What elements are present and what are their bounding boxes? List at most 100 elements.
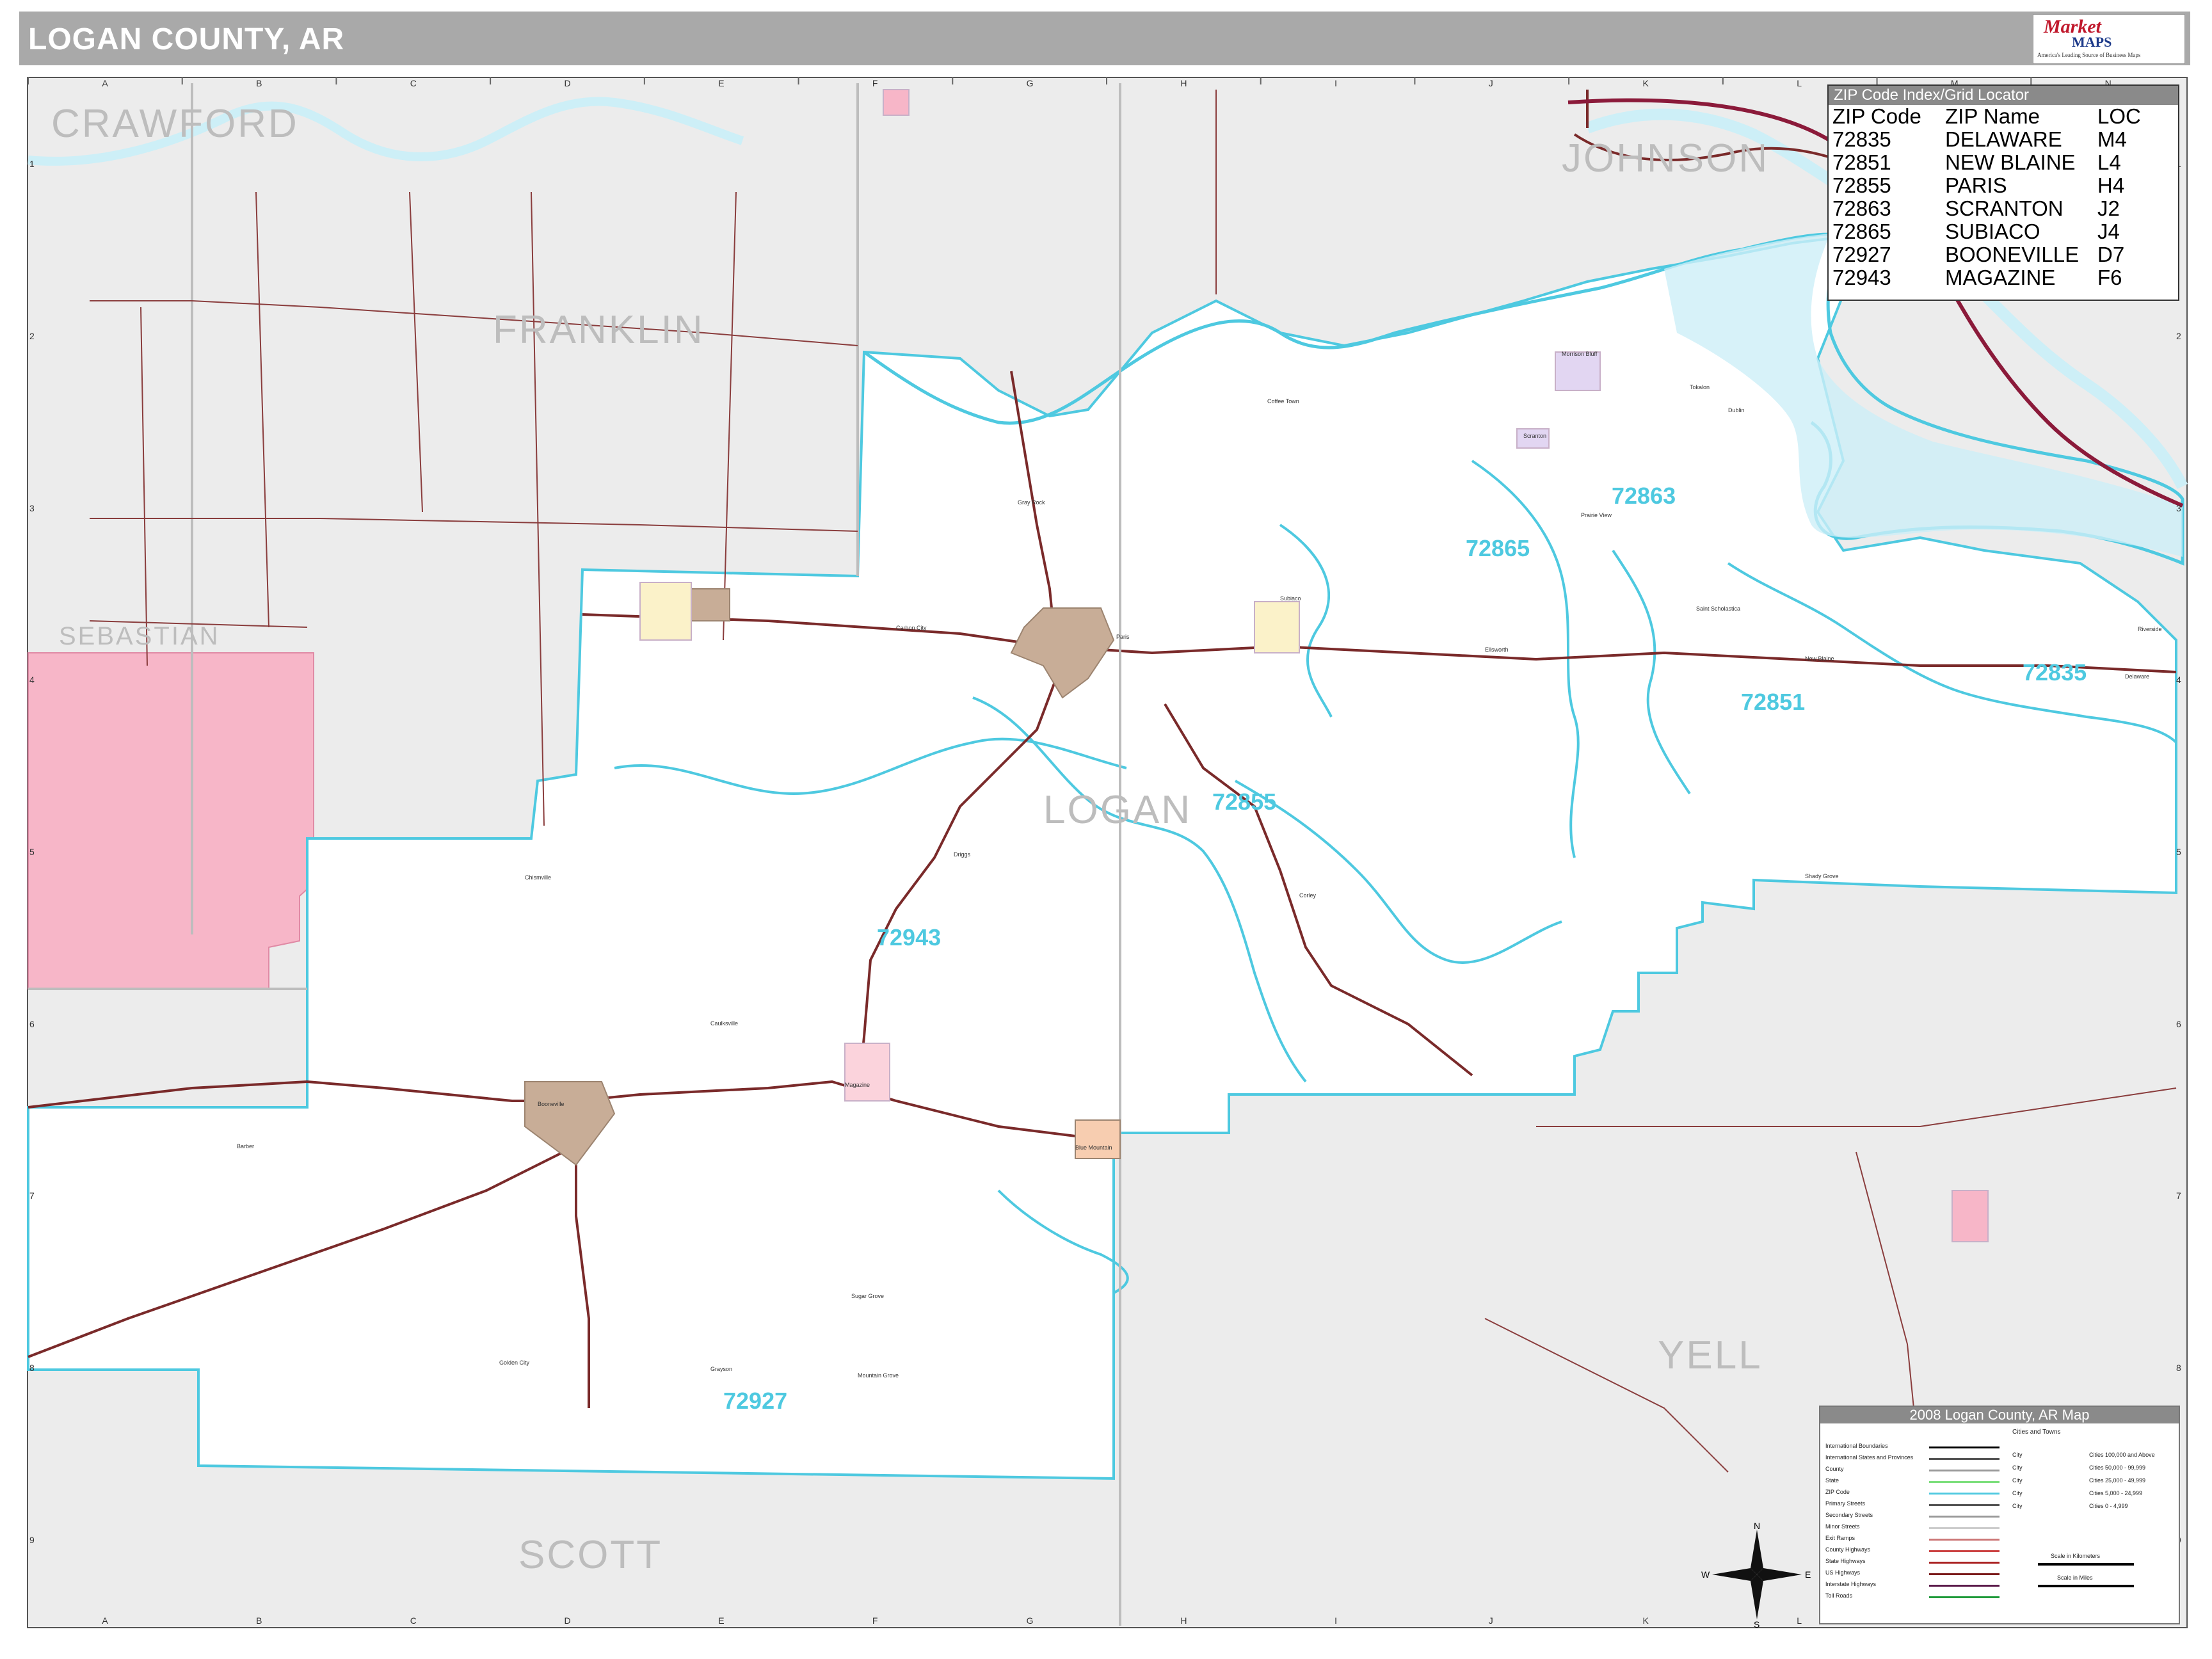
town-label: Riverside bbox=[2138, 626, 2162, 632]
grid-row-label: 4 bbox=[29, 675, 35, 685]
zip-cell: 72835 bbox=[1832, 127, 1891, 151]
legend-city-range: Cities 25,000 - 49,999 bbox=[2089, 1477, 2146, 1484]
zip-index-panel: ZIP Code Index/Grid Locator ZIP Code ZIP… bbox=[1827, 84, 2179, 301]
compass-west-label: W bbox=[1701, 1569, 1710, 1580]
town-label: Blue Mountain bbox=[1075, 1144, 1112, 1151]
town-label: Morrison Bluff bbox=[1562, 351, 1598, 357]
legend-item-swatch bbox=[1929, 1504, 2000, 1506]
legend-city-sample: City bbox=[2012, 1464, 2023, 1471]
compass-north-label: N bbox=[1754, 1521, 1761, 1531]
zip-cell: 72865 bbox=[1832, 220, 1891, 243]
legend-city-range: Cities 0 - 4,999 bbox=[2089, 1503, 2128, 1509]
grid-column-label: G bbox=[1026, 78, 1034, 88]
zip-label-72855: 72855 bbox=[1212, 789, 1277, 815]
legend-city-sample: City bbox=[2012, 1490, 2023, 1496]
scale-mi-bar bbox=[2038, 1585, 2134, 1587]
grid-column-label: K bbox=[1642, 78, 1649, 88]
grid-column-label: L bbox=[1797, 78, 1802, 88]
legend-item-label: Minor Streets bbox=[1825, 1523, 1860, 1530]
county-label-sebastian: SEBASTIAN bbox=[59, 622, 220, 650]
county-label-franklin: FRANKLIN bbox=[493, 308, 705, 352]
grid-row-label: 3 bbox=[29, 502, 35, 513]
town-label: Shady Grove bbox=[1805, 873, 1839, 879]
legend-city-sample: City bbox=[2012, 1503, 2023, 1509]
town-label: Chismville bbox=[525, 874, 552, 881]
zip-index-table: ZIP Code ZIP Name LOC 72835 DELAWARE M4 72… bbox=[1832, 105, 2141, 289]
grid-row-label-right: 6 bbox=[2176, 1018, 2181, 1029]
town-label: Prairie View bbox=[1581, 512, 1612, 518]
zip-cell: 72863 bbox=[1832, 196, 1891, 220]
compass-rose bbox=[1712, 1530, 1802, 1619]
zip-name-cell: PARIS bbox=[1945, 173, 2007, 197]
scale-mi-label: Scale in Miles bbox=[2057, 1575, 2093, 1581]
town-label: Barber bbox=[237, 1143, 255, 1150]
grid-column-label-bottom: F bbox=[872, 1615, 878, 1626]
grid-row-label: 8 bbox=[29, 1363, 35, 1373]
grid-row-label: 9 bbox=[29, 1534, 35, 1545]
town-label: Grayson bbox=[710, 1366, 733, 1372]
zip-index-title: ZIP Code Index/Grid Locator bbox=[1829, 86, 2178, 105]
loc-cell: M4 bbox=[2097, 127, 2127, 151]
table-row: 72865 SUBIACO J4 bbox=[1832, 220, 2141, 243]
legend-city-range: Cities 5,000 - 24,999 bbox=[2089, 1490, 2143, 1496]
loc-cell: J2 bbox=[2097, 196, 2120, 220]
grid-column-label: D bbox=[564, 78, 571, 88]
grid-column-label: I bbox=[1334, 78, 1337, 88]
loc-cell: D7 bbox=[2097, 243, 2125, 266]
town-label: Delaware bbox=[2125, 673, 2150, 680]
town-label: Corley bbox=[1299, 892, 1317, 899]
legend-item-label: Exit Ramps bbox=[1825, 1535, 1855, 1541]
legend-item-swatch bbox=[1929, 1539, 2000, 1541]
legend-item-label: ZIP Code bbox=[1825, 1489, 1850, 1495]
legend-title: 2008 Logan County, AR Map bbox=[1820, 1407, 2179, 1423]
grid-column-label-bottom: H bbox=[1180, 1615, 1187, 1626]
zip-index-header-row: ZIP Code ZIP Name LOC bbox=[1832, 105, 2141, 128]
zip-cell: 72927 bbox=[1832, 243, 1891, 266]
grid-row-label-right: 7 bbox=[2176, 1190, 2181, 1201]
loc-cell: F6 bbox=[2097, 266, 2122, 289]
town-label: Tokalon bbox=[1690, 384, 1710, 390]
grid-column-label-bottom: A bbox=[102, 1615, 108, 1626]
zip-name-cell: SCRANTON bbox=[1945, 196, 2064, 220]
legend-item-swatch bbox=[1929, 1493, 2000, 1495]
legend-item-swatch bbox=[1929, 1596, 2000, 1598]
zip-label-72865: 72865 bbox=[1466, 535, 1530, 561]
town-label: Gray Rock bbox=[1018, 499, 1045, 506]
zip-cell: 72855 bbox=[1832, 173, 1891, 197]
zip-name-cell: NEW BLAINE bbox=[1945, 150, 2076, 174]
legend-item-label: State Highways bbox=[1825, 1558, 1866, 1564]
loc-cell: L4 bbox=[2097, 150, 2121, 174]
compass-east-label: E bbox=[1805, 1569, 1811, 1580]
town-label: New Blaine bbox=[1805, 655, 1834, 662]
compass-south-label: S bbox=[1754, 1619, 1760, 1630]
zip-name-cell: DELAWARE bbox=[1945, 127, 2062, 151]
table-row: 72927 BOONEVILLE D7 bbox=[1832, 243, 2141, 266]
legend-item-swatch bbox=[1929, 1573, 2000, 1575]
legend-item-swatch bbox=[1929, 1458, 2000, 1460]
zip-name-cell: BOONEVILLE bbox=[1945, 243, 2080, 266]
zip-name-cell: SUBIACO bbox=[1945, 220, 2040, 243]
legend-item-label: Toll Roads bbox=[1825, 1592, 1853, 1599]
legend-item-swatch bbox=[1929, 1562, 2000, 1564]
table-row: 72863 SCRANTON J2 bbox=[1832, 197, 2141, 220]
town-label: Sugar Grove bbox=[851, 1293, 885, 1299]
grid-row-label: 1 bbox=[29, 159, 35, 170]
town-label: Caulksville bbox=[710, 1020, 739, 1027]
scale-km-bar bbox=[2038, 1563, 2134, 1566]
grid-column-label: H bbox=[1180, 78, 1187, 88]
grid-row-label-right: 4 bbox=[2176, 675, 2181, 685]
legend-item-swatch bbox=[1929, 1516, 2000, 1518]
zip-label-72835: 72835 bbox=[2023, 659, 2087, 685]
town-label: Mountain Grove bbox=[858, 1372, 899, 1379]
grid-column-label-bottom: B bbox=[256, 1615, 262, 1626]
county-label-johnson: JOHNSON bbox=[1562, 136, 1770, 180]
legend-city-sample: City bbox=[2012, 1452, 2023, 1458]
county-label-scott: SCOTT bbox=[518, 1533, 663, 1577]
legend-item-swatch bbox=[1929, 1481, 2000, 1483]
zip-label-72851: 72851 bbox=[1741, 689, 1806, 715]
loc-cell: J4 bbox=[2097, 220, 2120, 243]
grid-column-label-bottom: K bbox=[1642, 1615, 1649, 1626]
zip-name-cell: MAGAZINE bbox=[1945, 266, 2056, 289]
town-label: Saint Scholastica bbox=[1696, 605, 1741, 612]
zip-name-col-header: ZIP Name bbox=[1945, 104, 2040, 128]
